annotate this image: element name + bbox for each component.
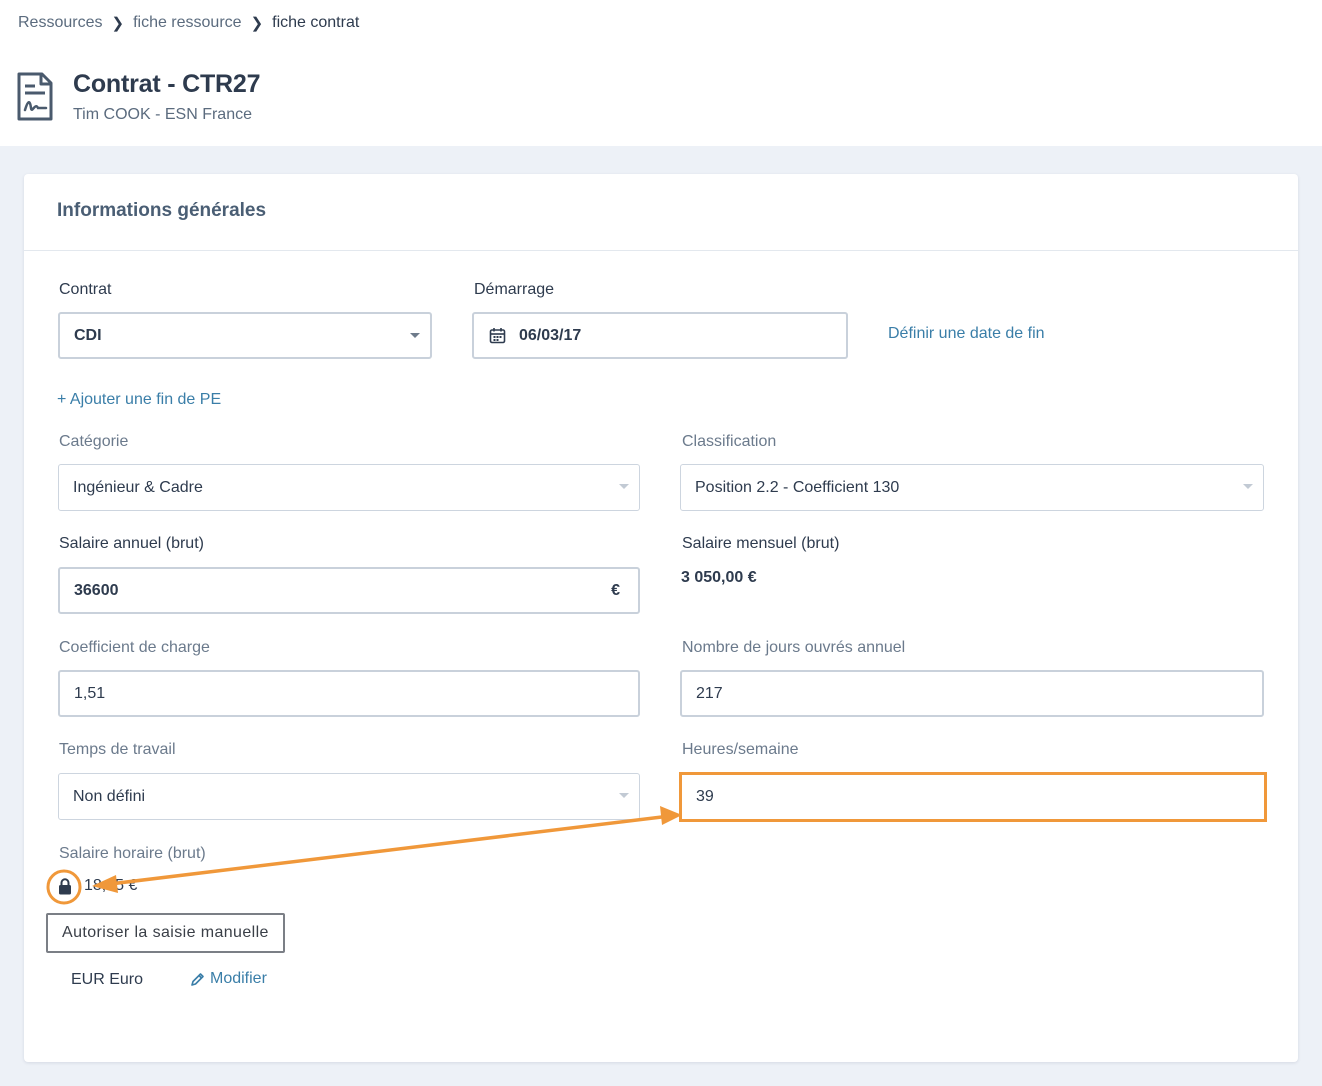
categorie-value: Ingénieur & Cadre [73, 478, 203, 496]
categorie-select[interactable]: Ingénieur & Cadre [58, 464, 640, 511]
contract-document-icon [17, 72, 53, 121]
categorie-label: Catégorie [59, 433, 129, 450]
chevron-down-icon [619, 793, 629, 798]
monthly-salary-value: 3 050,00 € [681, 569, 757, 586]
calendar-icon [489, 328, 506, 344]
charge-coefficient-value: 1,51 [74, 684, 106, 702]
hourly-salary-value: 18,05 € [84, 877, 138, 894]
page-title: Contrat - CTR27 [73, 70, 261, 98]
contrat-select[interactable]: CDI [58, 312, 432, 359]
heures-semaine-label: Heures/semaine [682, 741, 799, 758]
classification-label: Classification [682, 433, 777, 450]
breadcrumb-current: fiche contrat [272, 14, 360, 31]
coefficient-charge-label: Coefficient de charge [59, 639, 210, 656]
salaire-annuel-label: Salaire annuel (brut) [59, 535, 204, 552]
jours-ouvres-label: Nombre de jours ouvrés annuel [682, 639, 906, 656]
start-date-value: 06/03/17 [519, 326, 582, 344]
start-date-input[interactable]: 06/03/17 [472, 312, 848, 359]
chevron-down-icon [1243, 484, 1253, 489]
page-header: Ressources ❯ fiche ressource ❯ fiche con… [0, 0, 1322, 146]
contrat-value: CDI [74, 326, 102, 344]
add-pe-end-link[interactable]: + Ajouter une fin de PE [57, 391, 221, 409]
define-end-date-link[interactable]: Définir une date de fin [888, 325, 1045, 343]
modify-currency-link[interactable]: Modifier [190, 970, 267, 988]
working-time-value: Non défini [73, 787, 146, 805]
salaire-horaire-label: Salaire horaire (brut) [59, 845, 206, 862]
contrat-label: Contrat [59, 281, 112, 298]
breadcrumb-item-fiche-ressource[interactable]: fiche ressource [133, 14, 242, 32]
charge-coefficient-input[interactable]: 1,51 [58, 670, 640, 717]
general-info-card: Informations générales Contrat CDI Démar… [24, 174, 1298, 1062]
temps-travail-label: Temps de travail [59, 741, 176, 758]
hourly-salary-row: 18,05 € [48, 874, 218, 900]
section-title: Informations générales [57, 200, 267, 221]
euro-suffix: € [611, 582, 620, 599]
annual-salary-input[interactable]: 36600 € [58, 567, 640, 614]
working-days-input[interactable]: 217 [680, 670, 1264, 717]
modify-label: Modifier [210, 970, 267, 987]
breadcrumb: Ressources ❯ fiche ressource ❯ fiche con… [18, 12, 359, 34]
currency-label: EUR Euro [71, 971, 144, 988]
chevron-right-icon: ❯ [111, 15, 125, 32]
classification-value: Position 2.2 - Coefficient 130 [695, 478, 900, 496]
working-days-value: 217 [696, 684, 723, 702]
salaire-mensuel-label: Salaire mensuel (brut) [682, 535, 840, 552]
page-subtitle: Tim COOK - ESN France [73, 106, 252, 123]
breadcrumb-item-ressources[interactable]: Ressources [18, 14, 102, 32]
section-divider [24, 250, 1298, 251]
chevron-down-icon [619, 484, 629, 489]
lock-icon[interactable] [58, 878, 72, 895]
chevron-right-icon: ❯ [250, 15, 264, 32]
working-time-select[interactable]: Non défini [58, 773, 640, 820]
hours-per-week-input[interactable]: 39 [679, 772, 1267, 822]
hours-per-week-value: 39 [696, 788, 714, 805]
manual-entry-tooltip: Autoriser la saisie manuelle [46, 913, 285, 953]
annual-salary-value: 36600 [74, 581, 119, 599]
demarrage-label: Démarrage [474, 281, 555, 298]
chevron-down-icon [410, 333, 420, 338]
classification-select[interactable]: Position 2.2 - Coefficient 130 [680, 464, 1264, 511]
pencil-icon [191, 972, 204, 986]
